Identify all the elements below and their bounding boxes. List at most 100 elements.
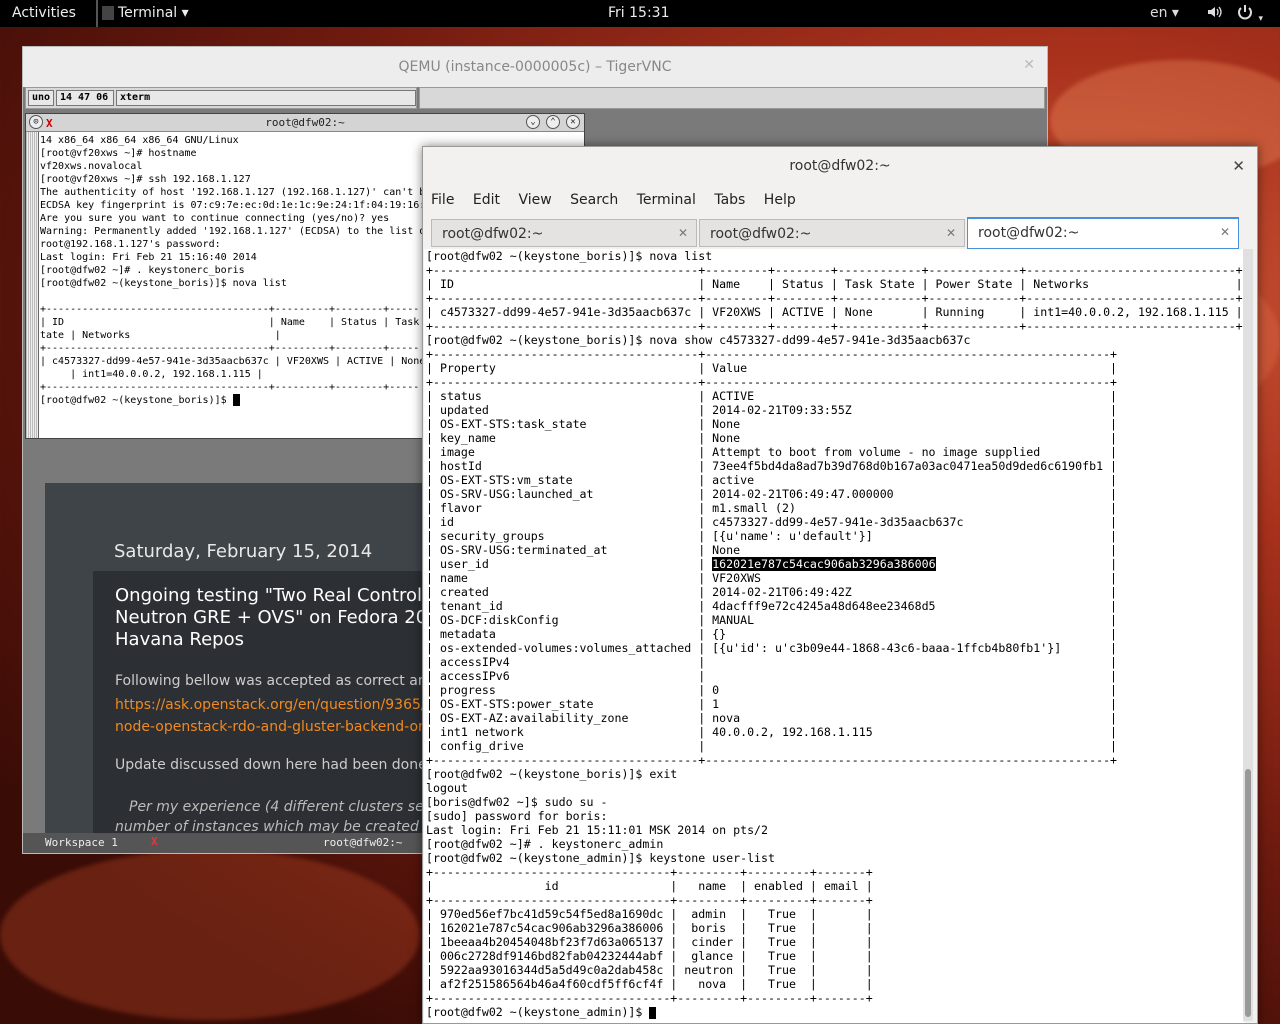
terminal-line: | tenant_id | 4dacfff9e72c4245a48d648ee2… <box>426 599 1118 613</box>
terminal-line: | 1beeaa4b20454048bf23f7d63a065137 | cin… <box>426 935 873 949</box>
terminal-line: +--------------------------------------+… <box>426 263 1243 277</box>
menu-help[interactable]: Help <box>764 187 796 213</box>
workspace-label[interactable]: Workspace 1 <box>45 836 118 849</box>
tab-label: root@dfw02:~ <box>442 226 544 242</box>
terminal-text: | user_id | <box>426 557 713 571</box>
blog-post-title[interactable]: Ongoing testing "Two Real Controller Neu… <box>115 585 445 651</box>
vnc-window-title: QEMU (instance-0000005c) – TigerVNC <box>398 59 672 75</box>
menu-view[interactable]: View <box>518 187 551 213</box>
blog-quote: Per my experience (4 different clusters … <box>129 799 430 815</box>
terminal-line: | OS-EXT-STS:task_state | None | <box>426 417 1118 431</box>
terminal-line: | security_groups | [{u'name': u'default… <box>426 529 1118 543</box>
terminal-line: | int1 network | 40.0.0.2, 192.168.1.115… <box>426 725 1118 739</box>
tab-label: root@dfw02:~ <box>710 226 812 242</box>
terminal-line: +--------------------------------------+… <box>426 291 1243 305</box>
terminal-line: | flavor | m1.small (2) | <box>426 501 1118 515</box>
power-icon[interactable]: ▾ <box>1236 3 1263 25</box>
terminal-line: | 970ed56ef7bc41d59c54f5ed8a1690dc | adm… <box>426 907 873 921</box>
menu-edit[interactable]: Edit <box>473 187 500 213</box>
twm-bottom-bar: Workspace 1 X root@dfw02:~ <box>23 833 423 853</box>
xterm-titlebar[interactable]: ⊙ X root@dfw02:~ ⌄ ⌃ ✕ <box>26 114 584 132</box>
close-icon[interactable]: ✕ <box>1220 225 1230 239</box>
terminal-line: | key_name | None | <box>426 431 1118 445</box>
terminal-line: [root@dfw02 ~(keystone_boris)]$ nova lis… <box>426 249 713 263</box>
close-icon[interactable]: ✕ <box>946 226 956 240</box>
terminal-app-icon <box>102 6 114 20</box>
app-menu[interactable]: Terminal ▾ <box>96 0 197 27</box>
terminal-line: | accessIPv6 | | <box>426 669 1118 683</box>
close-icon[interactable]: ✕ <box>1232 157 1245 175</box>
clock[interactable]: Fri 15:31 <box>608 5 669 21</box>
vnc-close-button[interactable]: ✕ <box>1023 57 1035 73</box>
scrollbar-thumb[interactable] <box>1245 769 1251 1017</box>
chevron-down-icon[interactable]: ⌄ <box>526 115 540 129</box>
menu-tabs[interactable]: Tabs <box>714 187 745 213</box>
terminal-line: | progress | 0 | <box>426 683 1118 697</box>
x-logo-icon: X <box>151 835 158 848</box>
terminal-line: | Property | Value | <box>426 361 1118 375</box>
terminal-line: | config_drive | | <box>426 739 1118 753</box>
terminal-line: | OS-EXT-STS:vm_state | active | <box>426 473 1118 487</box>
terminal-line: +--------------------------------------+… <box>426 319 1243 333</box>
terminal-line: Last login: Fri Feb 21 15:11:01 MSK 2014… <box>426 823 769 837</box>
terminal-line: [root@dfw02 ~(keystone_admin)]$ keystone… <box>426 851 776 865</box>
language-menu[interactable]: en ▾ <box>1150 5 1179 21</box>
terminal-line: | 162021e787c54cac906ab3296a386006 | bor… <box>426 921 873 935</box>
menu-file[interactable]: File <box>431 187 454 213</box>
twm-box[interactable]: uno <box>28 90 55 106</box>
twm-clock: 14 47 06 <box>56 90 114 106</box>
terminal-line: logout <box>426 781 468 795</box>
tab-label: root@dfw02:~ <box>978 225 1080 241</box>
chevron-up-icon[interactable]: ⌃ <box>546 115 560 129</box>
terminal-line: +--------------------------------------+… <box>426 753 1118 767</box>
xterm-scrollbar[interactable] <box>26 132 39 438</box>
close-icon[interactable]: ✕ <box>566 115 580 129</box>
browser-blog-page[interactable]: Saturday, February 15, 2014 Ongoing test… <box>45 483 445 851</box>
terminal-line: +--------------------------------------+… <box>426 375 1118 389</box>
terminal-line: | OS-EXT-AZ:availability_zone | nova | <box>426 711 1118 725</box>
twm-xterm-entry[interactable]: xterm <box>116 90 416 106</box>
terminal-scrollbar[interactable] <box>1243 249 1253 1021</box>
terminal-line: +----------------------------------+----… <box>426 991 873 1005</box>
x-logo-icon: X <box>46 117 53 130</box>
terminal-line: | hostId | 73ee4f5bd4da8ad7b39d768d0b167… <box>426 459 1118 473</box>
terminal-line: +----------------------------------+----… <box>426 893 873 907</box>
tab-3[interactable]: root@dfw02:~ ✕ <box>967 217 1239 249</box>
blog-link[interactable]: node-openstack-rdo-and-gluster-backend-o… <box>115 719 437 735</box>
terminal-prompt: [root@dfw02 ~(keystone_admin)]$ <box>426 1005 1243 1019</box>
twm-window-title[interactable]: root@dfw02:~ <box>323 836 402 849</box>
terminal-line: | OS-DCF:diskConfig | MANUAL | <box>426 613 1118 627</box>
blog-link[interactable]: https://ask.openstack.org/en/question/93… <box>115 697 431 713</box>
blog-post-date: Saturday, February 15, 2014 <box>114 541 373 562</box>
terminal-line: [boris@dfw02 ~]$ sudo su - <box>426 795 608 809</box>
terminal-line: | 5922aa93016344d5a5d49c0a2dab458c | neu… <box>426 963 873 977</box>
app-menu-label: Terminal ▾ <box>118 5 189 21</box>
blog-post: Ongoing testing "Two Real Controller Neu… <box>93 571 445 841</box>
terminal-text: | <box>935 557 1118 571</box>
tab-bar: root@dfw02:~ ✕ root@dfw02:~ ✕ root@dfw02… <box>431 217 1251 249</box>
close-icon[interactable]: ✕ <box>678 226 688 240</box>
gnome-terminal-window[interactable]: root@dfw02:~ ✕ File Edit View Search Ter… <box>422 146 1258 1024</box>
tab-1[interactable]: root@dfw02:~ ✕ <box>431 219 697 247</box>
xterm-menu-icon[interactable]: ⊙ <box>29 115 43 129</box>
terminal-line: [sudo] password for boris: <box>426 809 608 823</box>
terminal-line: +----------------------------------+----… <box>426 865 873 879</box>
terminal-line: | updated | 2014-02-21T09:33:55Z | <box>426 403 1118 417</box>
terminal-line: | user_id | 162021e787c54cac906ab3296a38… <box>426 557 1243 571</box>
blog-paragraph: Update discussed down here had been done <box>115 757 427 773</box>
tab-2[interactable]: root@dfw02:~ ✕ <box>699 219 965 247</box>
menu-search[interactable]: Search <box>570 187 618 213</box>
menu-terminal[interactable]: Terminal <box>637 187 696 213</box>
twm-bar-right <box>419 87 1045 109</box>
terminal-line: | c4573327-dd99-4e57-941e-3d35aacb637c |… <box>426 305 1243 319</box>
selected-text[interactable]: 162021e787c54cac906ab3296a386006 <box>712 557 936 571</box>
terminal-line: | metadata | {} | <box>426 627 1118 641</box>
terminal-line: | status | ACTIVE | <box>426 389 1118 403</box>
speaker-icon[interactable] <box>1206 4 1222 24</box>
terminal-line: | 006c2728df9146bd82fab04232444abf | gla… <box>426 949 873 963</box>
terminal-line: | ID | Name | Status | Task State | Powe… <box>426 277 1243 291</box>
terminal-line: [root@dfw02 ~]# . keystonerc_admin <box>426 837 664 851</box>
terminal-line: | id | name | enabled | email | <box>426 879 873 893</box>
activities-button[interactable]: Activities <box>12 5 76 21</box>
terminal-screen[interactable]: [root@dfw02 ~(keystone_boris)]$ nova lis… <box>424 249 1244 1023</box>
